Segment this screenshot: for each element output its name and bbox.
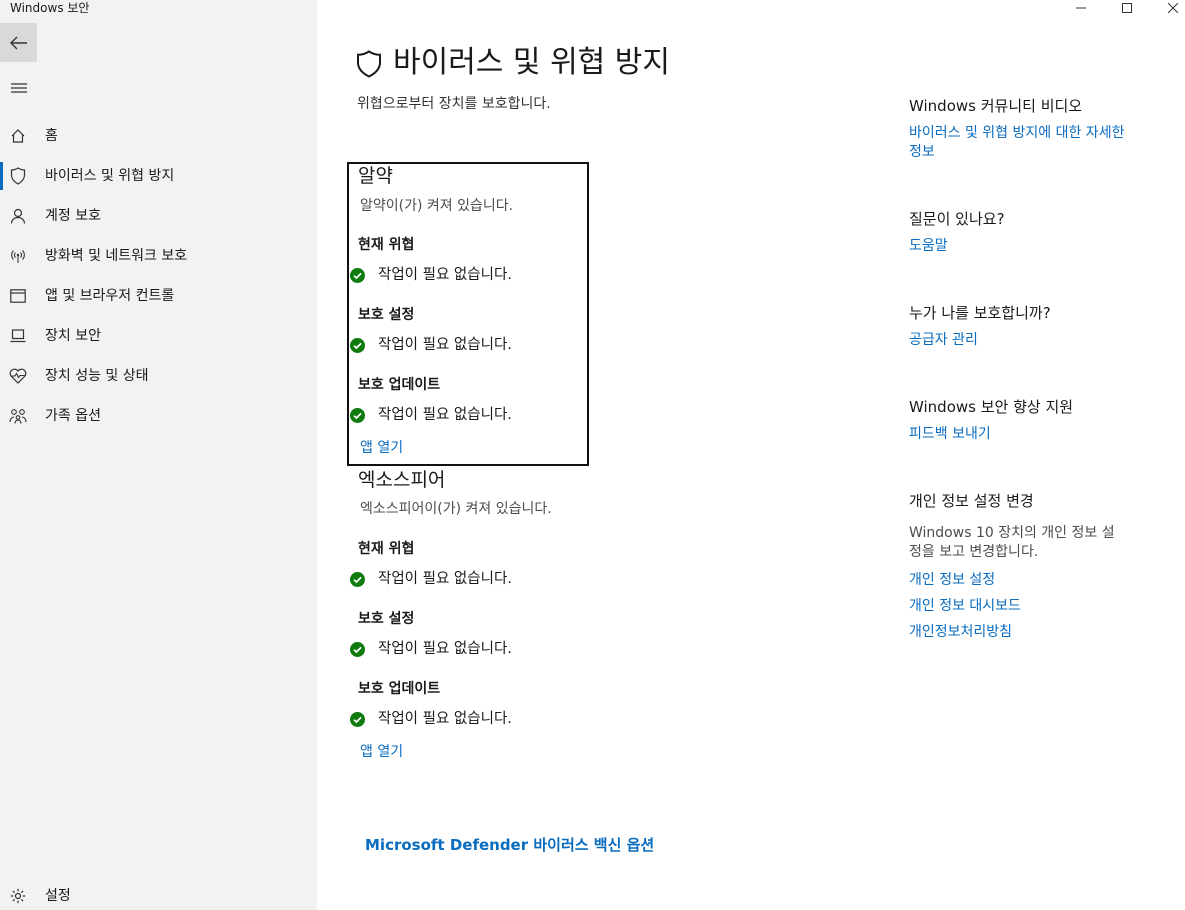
status-text: 작업이 필요 없습니다. (378, 641, 512, 657)
sidebar-item-home[interactable]: 홈 (0, 116, 317, 156)
minimize-icon (1076, 7, 1086, 9)
sidebar-item-label: 계정 보호 (45, 208, 101, 224)
privacy-description-line2: 정을 보고 변경합니다. (909, 544, 1039, 560)
shield-icon (9, 167, 27, 185)
open-app-link[interactable]: 앱 열기 (360, 743, 403, 761)
sidebar-item-virus-protection[interactable]: 바이러스 및 위협 방지 (0, 156, 317, 196)
app-title: Windows 보안 (10, 1, 90, 15)
manage-providers-link[interactable]: 공급자 관리 (909, 330, 978, 350)
active-indicator (0, 162, 3, 190)
status-row: 작업이 필요 없습니다. (350, 710, 512, 728)
provider-status: 알약이(가) 켜져 있습니다. (360, 198, 514, 214)
sidebar-item-label: 방화벽 및 네트워크 보호 (45, 248, 188, 264)
help-link[interactable]: 도움말 (909, 236, 948, 256)
check-circle-icon (350, 641, 365, 657)
improve-heading: Windows 보안 향상 지원 (909, 398, 1074, 416)
status-row: 작업이 필요 없습니다. (350, 336, 512, 354)
wifi-signal-icon (9, 247, 27, 265)
provider-status: 엑소스피어이(가) 켜져 있습니다. (360, 501, 552, 517)
feedback-link[interactable]: 피드백 보내기 (909, 424, 991, 444)
status-row: 작업이 필요 없습니다. (350, 640, 512, 658)
check-circle-icon (350, 337, 365, 353)
page-title: 바이러스 및 위협 방지 (393, 45, 671, 80)
status-row: 작업이 필요 없습니다. (350, 266, 512, 284)
sidebar-item-label: 홈 (45, 128, 58, 144)
sidebar-item-settings[interactable]: 설정 (0, 876, 317, 910)
close-button[interactable] (1150, 0, 1185, 16)
section-heading: 현재 위협 (358, 237, 415, 253)
back-button[interactable] (0, 23, 37, 62)
privacy-dashboard-link[interactable]: 개인 정보 대시보드 (909, 596, 1021, 616)
community-link-line2[interactable]: 정보 (909, 142, 935, 162)
maximize-icon (1122, 3, 1132, 13)
question-heading: 질문이 있나요? (909, 210, 1005, 228)
sidebar-item-device-performance[interactable]: 장치 성능 및 상태 (0, 356, 317, 396)
sidebar-item-firewall[interactable]: 방화벽 및 네트워크 보호 (0, 236, 317, 276)
community-link-line1[interactable]: 바이러스 및 위협 방지에 대한 자세한 (909, 123, 1124, 143)
status-text: 작업이 필요 없습니다. (378, 711, 512, 727)
sidebar: Windows 보안 홈 바이러스 및 위협 방지 계정 보호 방화벽 및 네트… (0, 0, 317, 910)
back-arrow-icon (9, 36, 27, 49)
page-subtitle: 위협으로부터 장치를 보호합니다. (357, 96, 551, 112)
check-circle-icon (350, 267, 365, 283)
status-text: 작업이 필요 없습니다. (378, 407, 512, 423)
check-circle-icon (350, 407, 365, 423)
sidebar-item-label: 장치 성능 및 상태 (45, 368, 149, 384)
privacy-settings-link[interactable]: 개인 정보 설정 (909, 570, 995, 590)
status-row: 작업이 필요 없습니다. (350, 570, 512, 588)
status-text: 작업이 필요 없습니다. (378, 267, 512, 283)
section-heading: 보호 설정 (358, 307, 415, 323)
provider-name: 알약 (358, 165, 393, 187)
hamburger-icon (10, 83, 27, 93)
family-icon (9, 407, 27, 425)
open-app-link[interactable]: 앱 열기 (360, 439, 403, 457)
section-heading: 보호 설정 (358, 611, 415, 627)
privacy-policy-link[interactable]: 개인정보처리방침 (909, 622, 1012, 642)
community-heading: Windows 커뮤니티 비디오 (909, 97, 1083, 115)
status-row: 작업이 필요 없습니다. (350, 406, 512, 424)
section-heading: 보호 업데이트 (358, 377, 441, 393)
shield-icon (357, 50, 381, 78)
privacy-description-line1: Windows 10 장치의 개인 정보 설 (909, 525, 1115, 541)
sidebar-item-account-protection[interactable]: 계정 보호 (0, 196, 317, 236)
laptop-icon (9, 327, 27, 345)
sidebar-item-label: 바이러스 및 위협 방지 (45, 168, 175, 184)
privacy-heading: 개인 정보 설정 변경 (909, 492, 1034, 510)
home-icon (9, 127, 27, 145)
app-window: Windows 보안 홈 바이러스 및 위협 방지 계정 보호 방화벽 및 네트… (0, 0, 1185, 910)
sidebar-item-device-security[interactable]: 장치 보안 (0, 316, 317, 356)
section-heading: 보호 업데이트 (358, 681, 441, 697)
sidebar-item-label: 설정 (45, 888, 71, 904)
browser-window-icon (9, 287, 27, 305)
sidebar-item-label: 장치 보안 (45, 328, 101, 344)
gear-icon (9, 887, 27, 905)
sidebar-item-family-options[interactable]: 가족 옵션 (0, 396, 317, 436)
menu-button[interactable] (0, 70, 37, 106)
minimize-button[interactable] (1058, 0, 1104, 16)
sidebar-item-label: 앱 및 브라우저 컨트롤 (45, 288, 175, 304)
defender-options-link[interactable]: Microsoft Defender 바이러스 백신 옵션 (365, 835, 654, 855)
heart-pulse-icon (9, 367, 27, 385)
sidebar-item-label: 가족 옵션 (45, 408, 101, 424)
maximize-button[interactable] (1104, 0, 1150, 16)
status-text: 작업이 필요 없습니다. (378, 337, 512, 353)
check-circle-icon (350, 711, 365, 727)
provider-name: 엑소스피어 (358, 469, 446, 491)
sidebar-item-app-browser[interactable]: 앱 및 브라우저 컨트롤 (0, 276, 317, 316)
person-icon (9, 207, 27, 225)
close-icon (1168, 3, 1178, 13)
check-circle-icon (350, 571, 365, 587)
protector-heading: 누가 나를 보호합니까? (909, 304, 1051, 322)
status-text: 작업이 필요 없습니다. (378, 571, 512, 587)
section-heading: 현재 위협 (358, 541, 415, 557)
